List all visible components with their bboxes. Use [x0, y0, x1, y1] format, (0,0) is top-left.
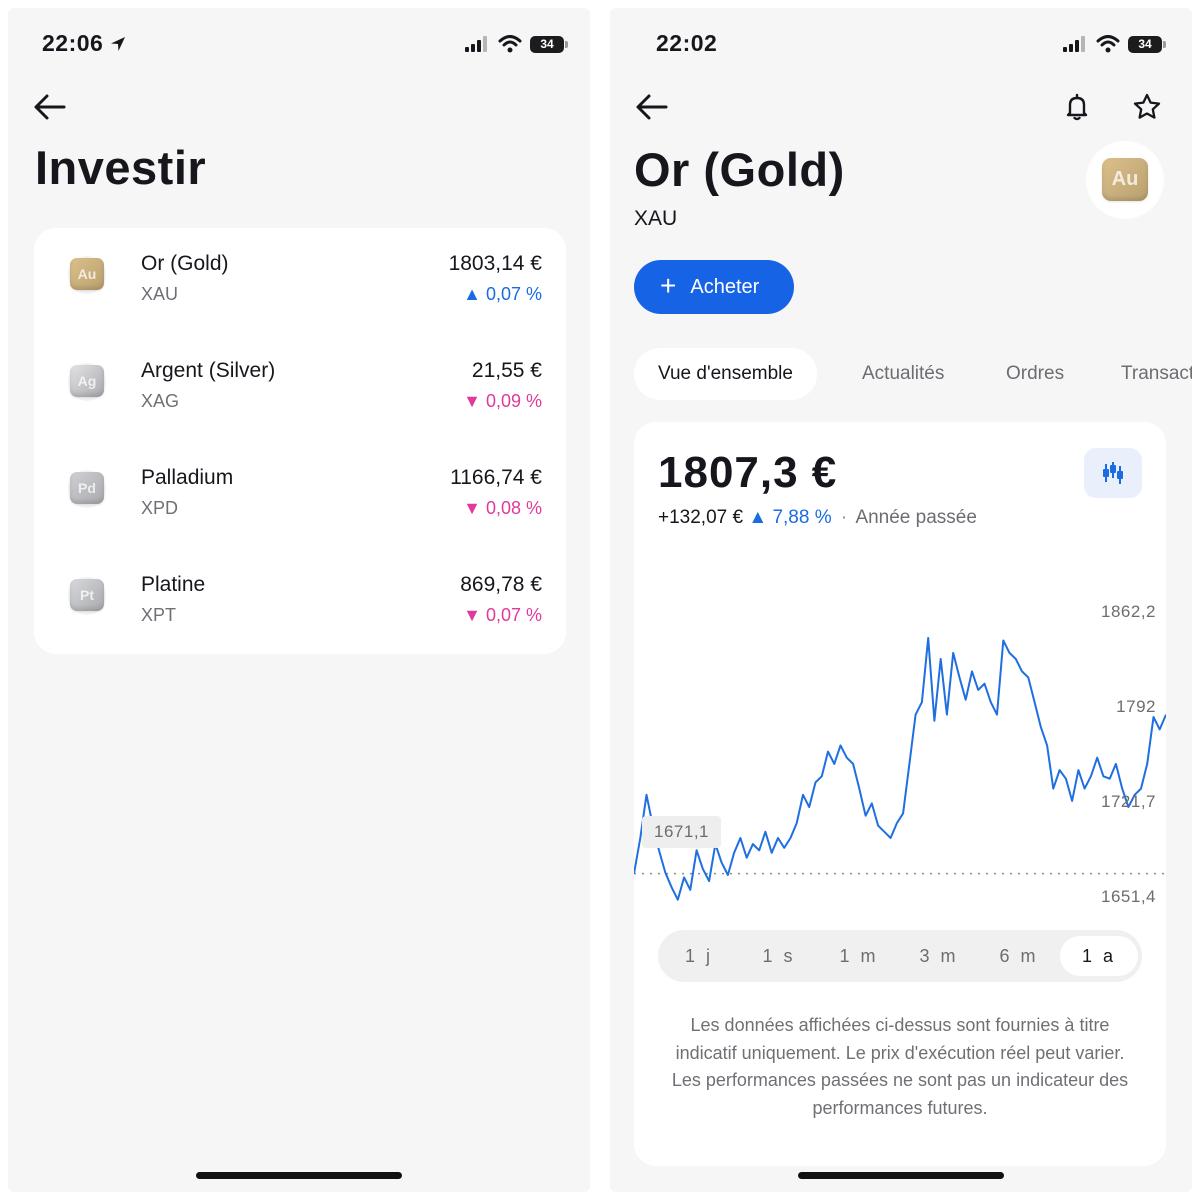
battery-indicator: 34 [1128, 35, 1166, 53]
home-indicator[interactable] [196, 1172, 402, 1179]
tab-transactions[interactable]: Transactions [1121, 348, 1192, 400]
battery-indicator: 34 [530, 35, 568, 53]
time-range-selector: 1 j 1 s 1 m 3 m 6 m 1 a [658, 930, 1142, 982]
candlestick-icon [1103, 462, 1123, 484]
y-axis-label: 1792 [1116, 697, 1156, 716]
tab-bar: Vue d'ensemble Actualités Ordres Transac… [634, 348, 1192, 400]
separator-dot: · [840, 507, 848, 528]
buy-button[interactable]: + Acheter [634, 260, 794, 314]
star-icon[interactable] [1132, 92, 1162, 122]
asset-change: 0,08 % [485, 498, 542, 518]
perf-absolute: +132,07 € [658, 507, 744, 528]
plus-icon: + [660, 269, 677, 301]
gold-detail-screen: 22:02 34 Or (Gold) XAU Au + Acheter Vue … [610, 8, 1192, 1192]
silver-logo-icon: Ag [70, 365, 104, 397]
performance-line: +132,07 € ▲ 7,88 % · Année passée [658, 507, 977, 529]
status-bar: 22:02 34 [610, 8, 1192, 80]
asset-list: Au Or (Gold) XAU 1803,14 € ▲ 0,07 % Ag A… [34, 228, 566, 654]
asset-change: 0,09 % [485, 391, 542, 411]
asset-symbol: XAU [634, 207, 678, 230]
asset-price: 869,78 € [460, 573, 542, 596]
asset-row-palladium[interactable]: Pd Palladium XPD 1166,74 € ▼ 0,08 % [34, 442, 566, 549]
asset-change: 0,07 % [485, 284, 542, 304]
gold-logo-icon: Au [70, 258, 104, 290]
asset-change: 0,07 % [485, 605, 542, 625]
price-chart-card: 1807,3 € +132,07 € ▲ 7,88 % · Année pass… [634, 422, 1166, 1166]
asset-row-gold[interactable]: Au Or (Gold) XAU 1803,14 € ▲ 0,07 % [34, 228, 566, 335]
back-arrow-icon[interactable] [32, 92, 68, 122]
status-time: 22:02 [656, 30, 718, 56]
buy-button-label: Acheter [690, 275, 760, 298]
asset-name: Or (Gold) [141, 252, 229, 275]
wifi-icon [1096, 35, 1120, 53]
asset-symbol: XAG [141, 391, 180, 411]
asset-title: Or (Gold) [634, 143, 845, 196]
range-6-months[interactable]: 6 m [980, 936, 1058, 976]
perf-period: Année passée [855, 507, 977, 528]
bell-icon[interactable] [1062, 92, 1092, 122]
range-1-month[interactable]: 1 m [820, 936, 898, 976]
perf-percent: 7,88 % [772, 507, 832, 528]
asset-symbol: XPD [141, 498, 179, 518]
asset-logo: Au [1086, 141, 1164, 219]
signal-icon [1063, 36, 1085, 52]
status-bar: 22:06 34 [8, 8, 590, 80]
current-price: 1807,3 € [658, 448, 838, 497]
asset-name: Platine [141, 573, 206, 596]
wifi-icon [498, 35, 522, 53]
location-arrow-icon [111, 36, 126, 51]
y-axis-label: 1651,4 [1101, 887, 1156, 906]
asset-name: Palladium [141, 466, 234, 489]
page-title: Investir [35, 141, 207, 194]
y-axis-label: 1721,7 [1101, 792, 1156, 811]
home-indicator[interactable] [798, 1172, 1004, 1179]
palladium-logo-icon: Pd [70, 472, 104, 504]
range-1-week[interactable]: 1 s [740, 936, 818, 976]
asset-row-platinum[interactable]: Pt Platine XPT 869,78 € ▼ 0,07 % [34, 549, 566, 656]
tab-news[interactable]: Actualités [862, 348, 944, 400]
triangle-up-icon: ▲ [463, 284, 486, 304]
range-3-months[interactable]: 3 m [900, 936, 978, 976]
triangle-down-icon: ▼ [463, 498, 486, 518]
triangle-down-icon: ▼ [463, 605, 486, 625]
gold-logo-icon: Au [1102, 158, 1148, 201]
price-series-line [634, 637, 1166, 901]
chart-type-toggle[interactable] [1084, 448, 1142, 498]
investir-screen: 22:06 34 Investir Au Or (Gold) XAU 1803,… [8, 8, 590, 1192]
triangle-up-icon: ▲ [748, 507, 773, 528]
asset-symbol: XAU [141, 284, 179, 304]
asset-symbol: XPT [141, 605, 177, 625]
price-line-chart[interactable] [634, 582, 1166, 912]
asset-price: 1803,14 € [448, 252, 542, 275]
back-arrow-icon[interactable] [634, 92, 670, 122]
status-time: 22:06 [42, 30, 104, 56]
tab-orders[interactable]: Ordres [1006, 348, 1064, 400]
asset-name: Argent (Silver) [141, 359, 276, 382]
asset-price: 1166,74 € [450, 466, 542, 489]
asset-row-silver[interactable]: Ag Argent (Silver) XAG 21,55 € ▼ 0,09 % [34, 335, 566, 442]
start-price-label: 1671,1 [642, 816, 721, 848]
signal-icon [465, 36, 487, 52]
range-1-day[interactable]: 1 j [660, 936, 738, 976]
platinum-logo-icon: Pt [70, 579, 104, 611]
triangle-down-icon: ▼ [463, 391, 486, 411]
disclaimer-text: Les données affichées ci-dessus sont fou… [671, 1015, 1129, 1118]
tab-overview[interactable]: Vue d'ensemble [634, 348, 817, 400]
y-axis-label: 1862,2 [1101, 602, 1156, 621]
range-1-year[interactable]: 1 a [1060, 936, 1138, 976]
asset-price: 21,55 € [471, 359, 542, 382]
